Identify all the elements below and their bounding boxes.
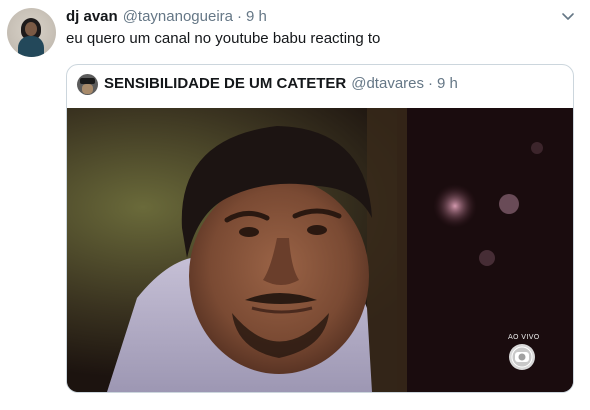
globo-logo-icon: [507, 342, 537, 372]
quoted-separator-dot: ·: [428, 75, 433, 92]
tweet-timestamp[interactable]: 9 h: [246, 8, 267, 25]
chevron-down-icon[interactable]: [561, 10, 575, 24]
separator-dot: ·: [237, 8, 242, 25]
quoted-avatar[interactable]: [77, 74, 98, 95]
quoted-media-image[interactable]: AO VIVO: [67, 108, 573, 392]
live-label: AO VIVO: [508, 333, 540, 341]
quoted-author-handle[interactable]: @dtavares: [351, 75, 424, 92]
avatar-body: [18, 36, 44, 57]
author-name[interactable]: dj avan: [66, 8, 118, 25]
tweet-header: dj avan @taynanogueira · 9 h: [66, 8, 267, 28]
tweet[interactable]: dj avan @taynanogueira · 9 h eu quero um…: [0, 0, 590, 410]
quoted-tweet[interactable]: SENSIBILIDADE DE UM CATETER @dtavares · …: [66, 64, 574, 393]
quoted-timestamp[interactable]: 9 h: [437, 75, 458, 92]
avatar-face: [25, 22, 37, 36]
quoted-avatar-face: [82, 84, 93, 94]
author-handle[interactable]: @taynanogueira: [123, 8, 233, 25]
quoted-header: SENSIBILIDADE DE UM CATETER @dtavares · …: [104, 75, 458, 92]
avatar[interactable]: [7, 8, 56, 57]
media-illustration: [67, 108, 573, 392]
quoted-author-name[interactable]: SENSIBILIDADE DE UM CATETER: [104, 75, 346, 92]
tweet-text: eu quero um canal no youtube babu reacti…: [66, 30, 381, 47]
